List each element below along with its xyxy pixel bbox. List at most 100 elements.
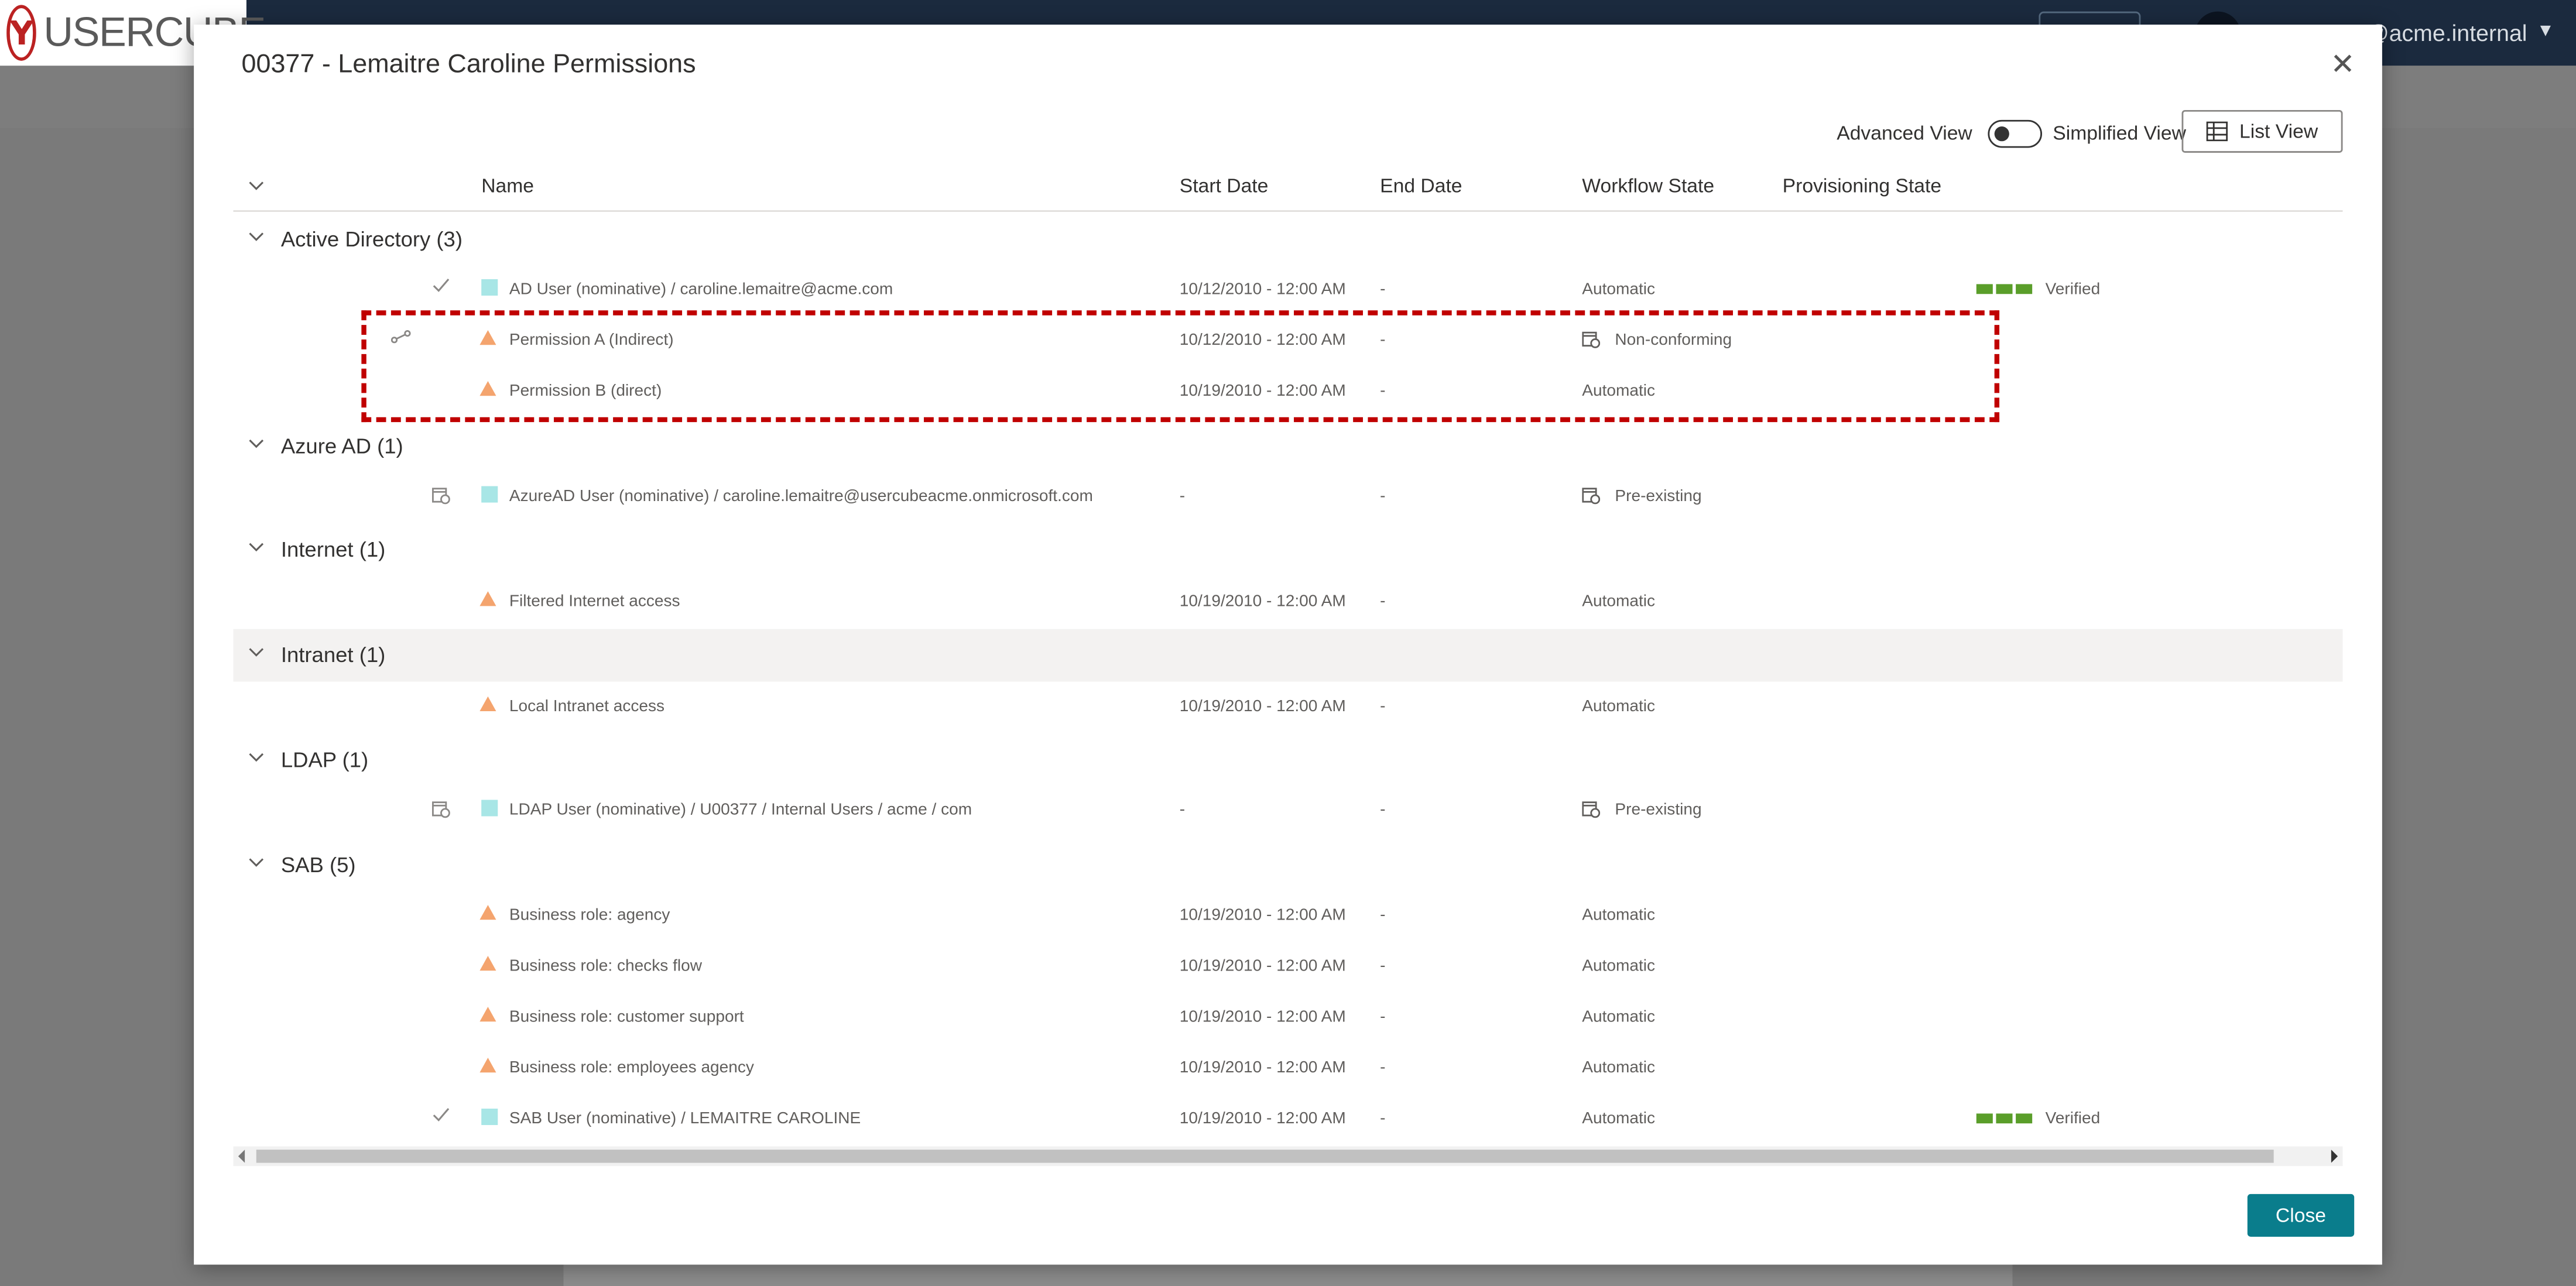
row-workflow-state: Automatic xyxy=(1582,1059,1656,1078)
user-name[interactable]: @acme.internal xyxy=(2366,20,2527,46)
group-internet[interactable]: Internet (1) xyxy=(233,524,2342,577)
row-provisioning-state: Verified xyxy=(2045,1110,2101,1129)
row-workflow-state: Automatic xyxy=(1582,957,1656,976)
row-end-date: - xyxy=(1380,488,1386,506)
modal-title: 00377 - Lemaitre Caroline Permissions xyxy=(241,50,696,79)
row-start-date: - xyxy=(1179,801,1186,820)
calendar-clock-icon xyxy=(1582,488,1601,505)
row-start-date: 10/19/2010 - 12:00 AM xyxy=(1179,957,1346,976)
table-row[interactable]: SAB User (nominative) / LEMAITRE CAROLIN… xyxy=(233,1097,2342,1143)
table-row[interactable]: Business role: checks flow 10/19/2010 - … xyxy=(233,944,2342,990)
chevron-down-icon[interactable] xyxy=(248,438,265,455)
row-start-date: - xyxy=(1179,488,1186,506)
row-workflow-state: Automatic xyxy=(1582,1008,1656,1027)
scrollbar-thumb[interactable] xyxy=(256,1150,2274,1163)
table-row[interactable]: AD User (nominative) / caroline.lemaitre… xyxy=(233,268,2342,314)
row-name[interactable]: Filtered Internet access xyxy=(509,593,680,611)
group-intranet[interactable]: Intranet (1) xyxy=(233,629,2343,682)
table-row[interactable]: Filtered Internet access 10/19/2010 - 12… xyxy=(233,579,2342,626)
row-name[interactable]: Business role: customer support xyxy=(509,1009,744,1027)
row-start-date: 10/19/2010 - 12:00 AM xyxy=(1179,1059,1346,1078)
table-row[interactable]: Business role: agency 10/19/2010 - 12:00… xyxy=(233,893,2342,939)
row-name[interactable]: AzureAD User (nominative) / caroline.lem… xyxy=(509,488,1093,506)
row-name[interactable]: SAB User (nominative) / LEMAITRE CAROLIN… xyxy=(509,1110,861,1129)
row-end-date: - xyxy=(1380,1059,1386,1078)
row-name[interactable]: Business role: checks flow xyxy=(509,958,702,976)
assignment-triangle-icon xyxy=(479,1057,496,1073)
row-end-date: - xyxy=(1380,592,1386,611)
calendar-clock-icon xyxy=(432,488,450,505)
calendar-clock-icon xyxy=(432,801,450,818)
row-workflow-state: Automatic xyxy=(1582,1110,1656,1129)
table-header: Name Start Date End Date Workflow State … xyxy=(233,164,2343,212)
row-end-date: - xyxy=(1380,698,1386,716)
group-azure-ad[interactable]: Azure AD (1) xyxy=(233,420,2342,473)
advanced-view-label: Advanced View xyxy=(1837,121,1972,145)
group-sab[interactable]: SAB (5) xyxy=(233,839,2342,892)
table-row[interactable]: Local Intranet access 10/19/2010 - 12:00… xyxy=(233,685,2342,731)
row-workflow-state: Automatic xyxy=(1582,698,1656,716)
calendar-clock-icon xyxy=(1582,801,1601,818)
check-icon xyxy=(432,277,455,300)
group-label: LDAP (1) xyxy=(280,747,369,772)
highlight-annotation xyxy=(361,310,2000,423)
group-ldap[interactable]: LDAP (1) xyxy=(233,734,2342,787)
row-workflow-state: Automatic xyxy=(1582,906,1656,925)
table-row[interactable]: Business role: customer support 10/19/20… xyxy=(233,995,2342,1041)
row-start-date: 10/12/2010 - 12:00 AM xyxy=(1179,280,1346,299)
verified-status-bar xyxy=(1976,1113,2033,1124)
row-end-date: - xyxy=(1380,801,1386,820)
row-end-date: - xyxy=(1380,1110,1386,1129)
check-icon xyxy=(432,1107,455,1130)
row-name[interactable]: LDAP User (nominative) / U00377 / Intern… xyxy=(509,801,972,819)
close-icon[interactable]: ✕ xyxy=(2323,47,2362,87)
collapse-all-chevron-icon[interactable] xyxy=(248,181,265,197)
table-row[interactable]: LDAP User (nominative) / U00377 / Intern… xyxy=(233,788,2342,835)
chevron-down-icon[interactable] xyxy=(248,542,265,558)
simplified-view-label: Simplified View xyxy=(2053,121,2186,145)
column-start-date[interactable]: Start Date xyxy=(1180,174,1269,197)
chevron-down-icon[interactable] xyxy=(248,752,265,769)
horizontal-scrollbar[interactable] xyxy=(233,1146,2343,1167)
row-end-date: - xyxy=(1380,280,1386,299)
row-start-date: 10/19/2010 - 12:00 AM xyxy=(1179,592,1346,611)
group-label: Active Directory (3) xyxy=(280,227,463,252)
column-workflow-state[interactable]: Workflow State xyxy=(1582,174,1714,197)
table-row[interactable]: AzureAD User (nominative) / caroline.lem… xyxy=(233,475,2342,521)
chevron-down-icon[interactable] xyxy=(248,232,265,248)
view-toggle[interactable] xyxy=(1987,119,2041,148)
scroll-right-arrow-icon[interactable] xyxy=(2331,1150,2338,1163)
group-active-directory[interactable]: Active Directory (3) xyxy=(233,214,2342,266)
row-workflow-state: Automatic xyxy=(1582,280,1656,299)
table-row[interactable]: Business role: employees agency 10/19/20… xyxy=(233,1046,2342,1092)
group-label: Azure AD (1) xyxy=(280,433,403,458)
assignment-triangle-icon xyxy=(479,1006,496,1022)
group-label: Intranet (1) xyxy=(280,642,386,667)
row-provisioning-state: Verified xyxy=(2045,280,2101,299)
row-name[interactable]: AD User (nominative) / caroline.lemaitre… xyxy=(509,281,893,299)
column-provisioning-state[interactable]: Provisioning State xyxy=(1783,174,1941,197)
chevron-down-icon[interactable] xyxy=(248,647,265,664)
permissions-modal: 00377 - Lemaitre Caroline Permissions ✕ … xyxy=(194,25,2382,1265)
row-start-date: 10/19/2010 - 12:00 AM xyxy=(1179,698,1346,716)
row-name[interactable]: Local Intranet access xyxy=(509,698,664,716)
column-end-date[interactable]: End Date xyxy=(1380,174,1462,197)
caret-down-icon[interactable]: ▼ xyxy=(2537,21,2555,41)
view-switcher: Advanced View Simplified View xyxy=(1837,114,2186,153)
scroll-left-arrow-icon[interactable] xyxy=(238,1150,245,1163)
row-name[interactable]: Business role: employees agency xyxy=(509,1059,754,1078)
row-start-date: 10/19/2010 - 12:00 AM xyxy=(1179,1110,1346,1129)
resource-square-icon xyxy=(481,486,498,503)
close-button[interactable]: Close xyxy=(2247,1194,2355,1237)
resource-square-icon xyxy=(481,800,498,817)
chevron-down-icon[interactable] xyxy=(248,858,265,874)
row-name[interactable]: Business role: agency xyxy=(509,907,670,925)
toggle-knob xyxy=(1993,125,2009,140)
row-end-date: - xyxy=(1380,1008,1386,1027)
resource-square-icon xyxy=(481,1108,498,1126)
verified-status-bar xyxy=(1976,284,2033,294)
list-view-button[interactable]: List View xyxy=(2181,109,2343,153)
row-end-date: - xyxy=(1380,906,1386,925)
row-workflow-state: Automatic xyxy=(1582,592,1656,611)
column-name[interactable]: Name xyxy=(481,174,534,197)
